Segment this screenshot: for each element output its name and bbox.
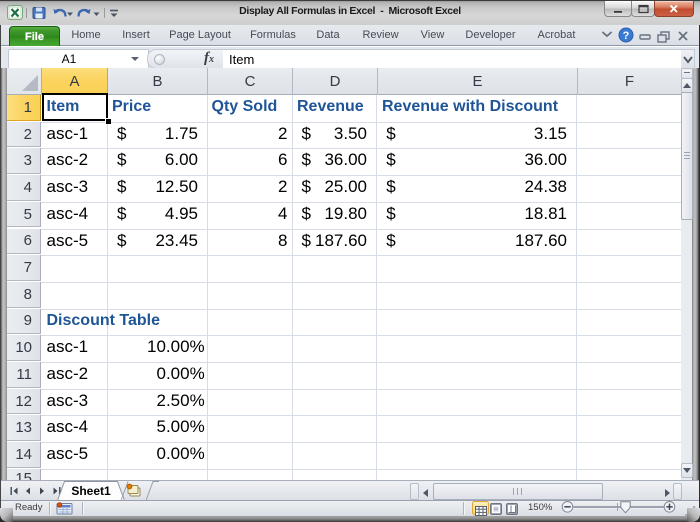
svg-text:?: ?: [623, 30, 630, 42]
